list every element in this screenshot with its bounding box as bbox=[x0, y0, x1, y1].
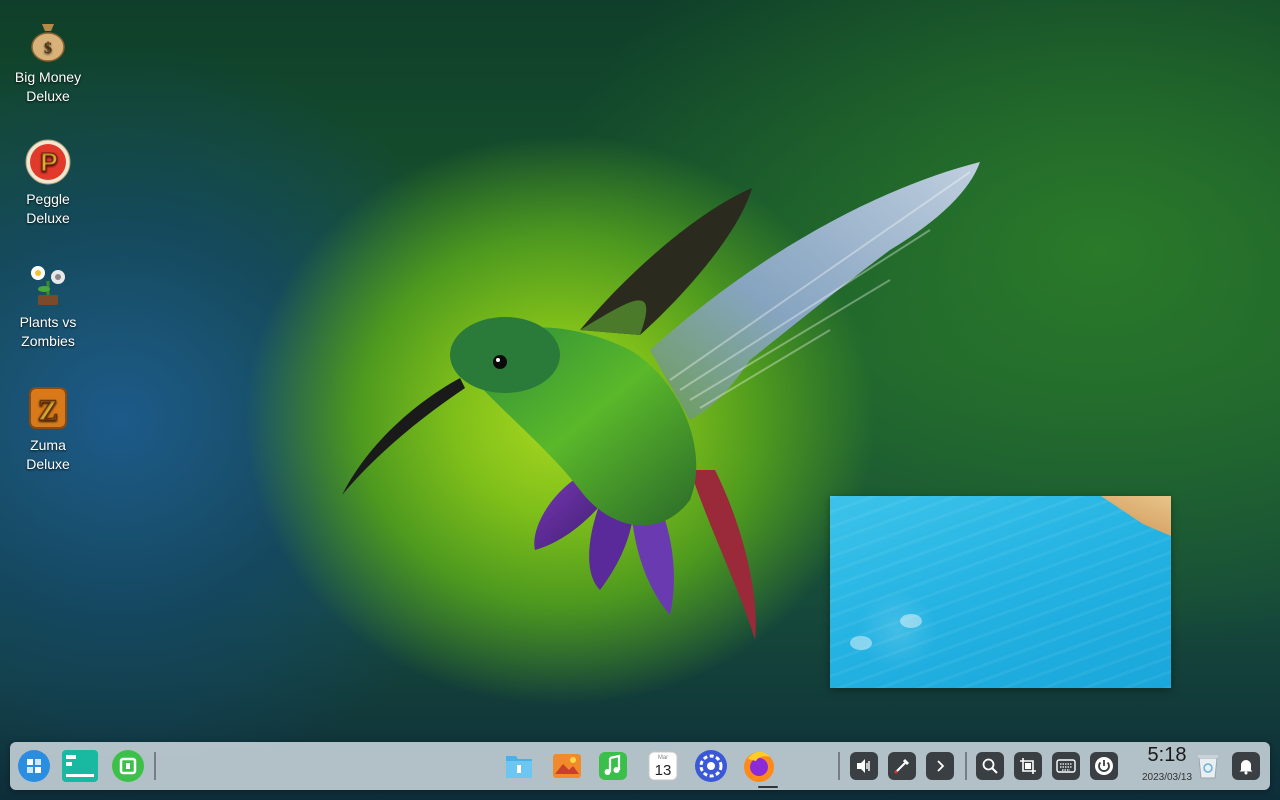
trash-icon bbox=[1198, 755, 1218, 779]
app-store-button[interactable] bbox=[110, 748, 146, 784]
desktop-icon-label: Zuma bbox=[30, 437, 66, 453]
expand-arrow-icon bbox=[937, 760, 945, 772]
file-manager-button[interactable] bbox=[501, 748, 537, 784]
fish-shadow-graphic bbox=[850, 636, 872, 650]
firefox-button[interactable] bbox=[741, 748, 777, 784]
calendar-button[interactable]: Mar 13 bbox=[645, 748, 681, 784]
desktop-icon-label: Deluxe bbox=[26, 210, 70, 226]
settings-button[interactable] bbox=[693, 748, 729, 784]
desktop-icon-peggle-deluxe[interactable]: P Peggle Deluxe bbox=[8, 138, 88, 228]
multitask-view-icon bbox=[62, 750, 98, 782]
desktop-icon-label: Zombies bbox=[21, 333, 75, 349]
volume-icon bbox=[857, 759, 870, 773]
notification-bell-icon bbox=[1239, 760, 1253, 775]
taskbar-separator bbox=[838, 752, 840, 780]
volume-button[interactable] bbox=[850, 752, 878, 780]
svg-text:$: $ bbox=[44, 40, 52, 57]
keyboard-button[interactable] bbox=[1052, 752, 1080, 780]
beach-sand-graphic bbox=[1101, 496, 1171, 536]
notification-button[interactable] bbox=[1232, 752, 1260, 780]
settings-icon bbox=[695, 750, 727, 782]
svg-text:Z: Z bbox=[38, 394, 58, 427]
plants-vs-zombies-icon bbox=[31, 266, 65, 305]
peggle-icon: P bbox=[25, 139, 71, 185]
calendar-icon: Mar 13 bbox=[648, 751, 678, 781]
trash-button[interactable] bbox=[1190, 748, 1226, 784]
launcher-icon bbox=[18, 750, 50, 782]
image-viewer-icon bbox=[553, 754, 581, 778]
calendar-day: 13 bbox=[655, 762, 672, 779]
launcher-button[interactable] bbox=[16, 748, 52, 784]
fish-shadow-graphic bbox=[900, 614, 922, 628]
power-icon bbox=[1095, 757, 1113, 775]
desktop-icon-label: Plants vs bbox=[19, 314, 77, 330]
money-bag-icon: $ bbox=[31, 24, 65, 62]
clock-time[interactable]: 5:18 bbox=[1136, 744, 1198, 767]
desktop-icon-zuma-deluxe[interactable]: Z Zuma Deluxe bbox=[8, 384, 88, 474]
desktop-icon-label: Peggle bbox=[26, 191, 70, 207]
zuma-icon: Z bbox=[29, 387, 67, 429]
game-preview-window[interactable] bbox=[830, 496, 1171, 688]
calendar-month: Mar bbox=[658, 755, 668, 761]
search-button[interactable] bbox=[976, 752, 1004, 780]
file-manager-icon bbox=[506, 756, 532, 778]
keyboard-icon bbox=[1056, 759, 1076, 773]
app-store-icon bbox=[112, 750, 144, 782]
image-viewer-button[interactable] bbox=[549, 748, 585, 784]
expand-tray-button[interactable] bbox=[926, 752, 954, 780]
screenshot-button[interactable] bbox=[1014, 752, 1042, 780]
active-app-indicator bbox=[758, 786, 778, 788]
firefox-icon bbox=[744, 751, 774, 782]
taskbar-separator bbox=[154, 752, 156, 780]
svg-text:P: P bbox=[40, 147, 57, 177]
screenshot-icon bbox=[1020, 758, 1036, 774]
taskbar-separator bbox=[965, 752, 967, 780]
taskbar: Mar 13 5:18 2023/03/13 bbox=[10, 742, 1270, 790]
desktop-icon-big-money-deluxe[interactable]: $ Big Money Deluxe bbox=[8, 16, 88, 106]
music-button[interactable] bbox=[595, 748, 631, 784]
desktop-icon-label: Big Money bbox=[14, 69, 82, 85]
desktop-icon-plants-vs-zombies[interactable]: Plants vs Zombies bbox=[8, 261, 88, 351]
desktop-icon-label: Deluxe bbox=[26, 456, 70, 472]
color-picker-button[interactable] bbox=[888, 752, 916, 780]
color-picker-icon bbox=[894, 758, 910, 774]
desktop-icon-label: Deluxe bbox=[26, 88, 70, 104]
multitask-view-button[interactable] bbox=[62, 748, 98, 784]
power-button[interactable] bbox=[1090, 752, 1118, 780]
music-icon bbox=[599, 752, 627, 780]
search-icon bbox=[982, 758, 998, 774]
